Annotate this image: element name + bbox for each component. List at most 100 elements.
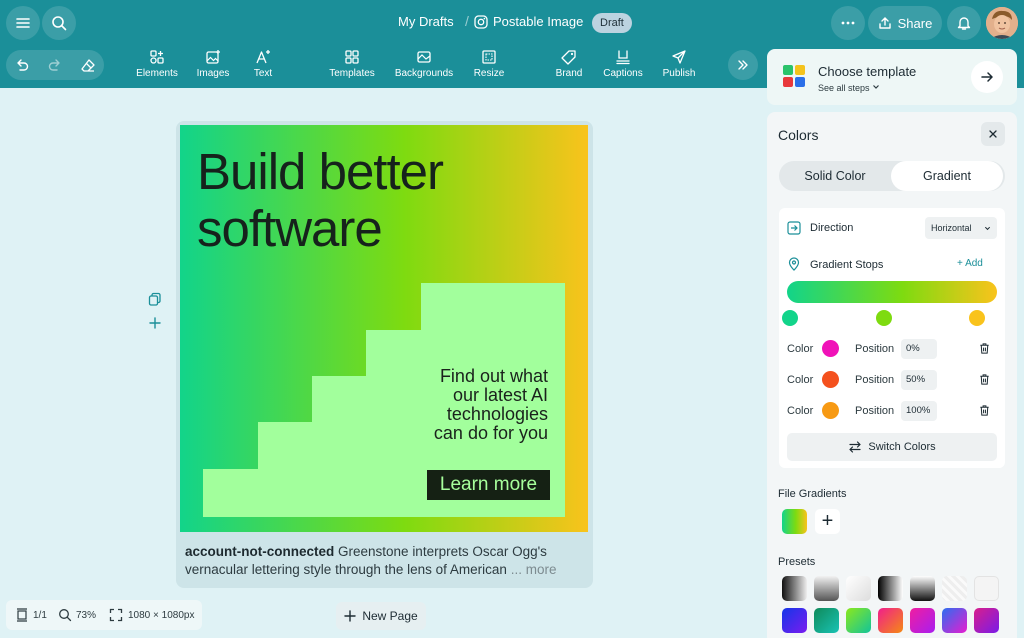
swap-arrows-icon xyxy=(849,441,861,453)
tool-text-label: Text xyxy=(253,68,273,79)
tab-solid-color[interactable]: Solid Color xyxy=(779,161,891,191)
gradient-stop-handle-mid[interactable] xyxy=(876,310,892,326)
gradient-stop-handle-end[interactable] xyxy=(969,310,985,326)
switch-colors-button[interactable]: Switch Colors xyxy=(787,433,997,461)
learn-more-button[interactable]: Learn more xyxy=(427,470,550,500)
document-title[interactable]: Postable Image xyxy=(493,14,583,29)
add-page-icon[interactable] xyxy=(148,316,162,330)
eraser-icon[interactable] xyxy=(80,57,96,73)
trash-icon[interactable] xyxy=(978,404,991,417)
tool-brand-label: Brand xyxy=(555,68,583,79)
position-input[interactable]: 100% xyxy=(901,401,937,421)
zoom-level[interactable]: 73% xyxy=(76,610,96,621)
add-stop-label: Add xyxy=(965,258,983,269)
headline-text[interactable]: Build better software xyxy=(197,143,577,257)
notifications-button[interactable] xyxy=(947,6,981,40)
direction-select[interactable]: Horizontal xyxy=(925,217,997,239)
position-input[interactable]: 50% xyxy=(901,370,937,390)
post-caption[interactable]: account-not-connected Greenstone interpr… xyxy=(185,543,585,579)
pages-icon[interactable] xyxy=(15,608,29,622)
color-label: Color xyxy=(787,343,814,355)
instagram-icon xyxy=(474,15,488,29)
elements-icon xyxy=(150,50,164,64)
color-swatch[interactable] xyxy=(822,402,839,419)
image-add-icon xyxy=(206,50,220,64)
next-step-button[interactable] xyxy=(971,61,1003,93)
tool-resize-label: Resize xyxy=(473,68,505,79)
choose-template-card[interactable]: Choose template See all steps xyxy=(767,49,1017,105)
toolbar-expand-button[interactable] xyxy=(728,50,758,80)
caption-ellipsis: ... xyxy=(506,562,526,577)
caption-more-link[interactable]: more xyxy=(526,562,557,577)
tool-resize[interactable]: Resize xyxy=(472,49,506,79)
preset-swatch[interactable] xyxy=(782,576,807,601)
file-gradient-swatch[interactable] xyxy=(782,509,807,534)
direction-label: Direction xyxy=(810,222,854,234)
new-page-button[interactable]: New Page xyxy=(336,602,426,630)
preset-swatch[interactable] xyxy=(878,576,903,601)
preset-swatch[interactable] xyxy=(974,608,999,633)
fullscreen-icon[interactable] xyxy=(109,608,123,622)
position-input[interactable]: 0% xyxy=(901,339,937,359)
color-stop-row: Color Position 100% xyxy=(787,400,997,422)
undo-icon[interactable] xyxy=(14,57,30,73)
tool-templates-label: Templates xyxy=(329,68,375,79)
preset-swatch[interactable] xyxy=(782,608,807,633)
add-file-gradient-button[interactable]: + xyxy=(815,509,840,534)
color-label: Color xyxy=(787,405,814,417)
gradient-preview-bar xyxy=(787,281,997,303)
menu-button[interactable] xyxy=(6,6,40,40)
preset-swatch[interactable] xyxy=(814,576,839,601)
double-chevron-right-icon xyxy=(738,60,748,70)
add-stop-button[interactable]: + Add xyxy=(957,258,983,269)
trash-icon[interactable] xyxy=(978,342,991,355)
duplicate-page-icon[interactable] xyxy=(148,292,162,306)
tool-brand[interactable]: Brand xyxy=(553,49,585,79)
redo-icon[interactable] xyxy=(47,57,63,73)
preset-swatch[interactable] xyxy=(910,576,935,601)
tool-elements-label: Elements xyxy=(136,68,178,79)
tool-elements[interactable]: Elements xyxy=(134,49,180,79)
preset-swatch[interactable] xyxy=(942,576,967,601)
status-bar: 1/1 73% 1080 × 1080px xyxy=(6,600,202,630)
search-button[interactable] xyxy=(42,6,76,40)
tab-gradient[interactable]: Gradient xyxy=(891,161,1003,191)
bell-icon xyxy=(957,17,971,30)
breadcrumb-my-drafts[interactable]: My Drafts xyxy=(398,14,454,29)
tool-text[interactable]: Text xyxy=(248,49,278,79)
preset-swatch[interactable] xyxy=(942,608,967,633)
color-swatch[interactable] xyxy=(822,340,839,357)
preset-swatch[interactable] xyxy=(846,576,871,601)
preset-swatch[interactable] xyxy=(910,608,935,633)
hamburger-icon xyxy=(16,18,30,28)
trash-icon[interactable] xyxy=(978,373,991,386)
see-all-steps-link[interactable]: See all steps xyxy=(818,83,880,93)
tool-captions[interactable]: Captions xyxy=(600,49,646,79)
color-mode-toggle: Solid Color Gradient xyxy=(779,161,1005,191)
close-panel-button[interactable] xyxy=(981,122,1005,146)
resize-icon xyxy=(482,50,496,64)
arrow-right-icon xyxy=(981,72,993,82)
position-label: Position xyxy=(855,343,895,355)
share-button[interactable]: Share xyxy=(868,6,942,40)
preset-swatch[interactable] xyxy=(814,608,839,633)
preset-swatch[interactable] xyxy=(974,576,999,601)
position-label: Position xyxy=(855,374,895,386)
more-options-button[interactable] xyxy=(831,6,865,40)
tool-backgrounds-label: Backgrounds xyxy=(394,68,454,79)
breadcrumb-separator: / xyxy=(465,13,469,29)
design-artboard[interactable]: Build better software Find out what our … xyxy=(180,125,588,532)
share-label: Share xyxy=(897,15,933,31)
tool-publish[interactable]: Publish xyxy=(660,49,698,79)
avatar[interactable] xyxy=(986,7,1018,39)
gradient-stop-handle-start[interactable] xyxy=(782,310,798,326)
tool-backgrounds[interactable]: Backgrounds xyxy=(392,49,456,79)
zoom-icon[interactable] xyxy=(58,608,72,622)
promo-text[interactable]: Find out what our latest AI technologies… xyxy=(380,367,548,443)
tool-templates[interactable]: Templates xyxy=(326,49,378,79)
color-stop-row: Color Position 0% xyxy=(787,338,997,360)
tool-images[interactable]: Images xyxy=(193,49,233,79)
preset-swatch[interactable] xyxy=(878,608,903,633)
preset-swatch[interactable] xyxy=(846,608,871,633)
color-swatch[interactable] xyxy=(822,371,839,388)
